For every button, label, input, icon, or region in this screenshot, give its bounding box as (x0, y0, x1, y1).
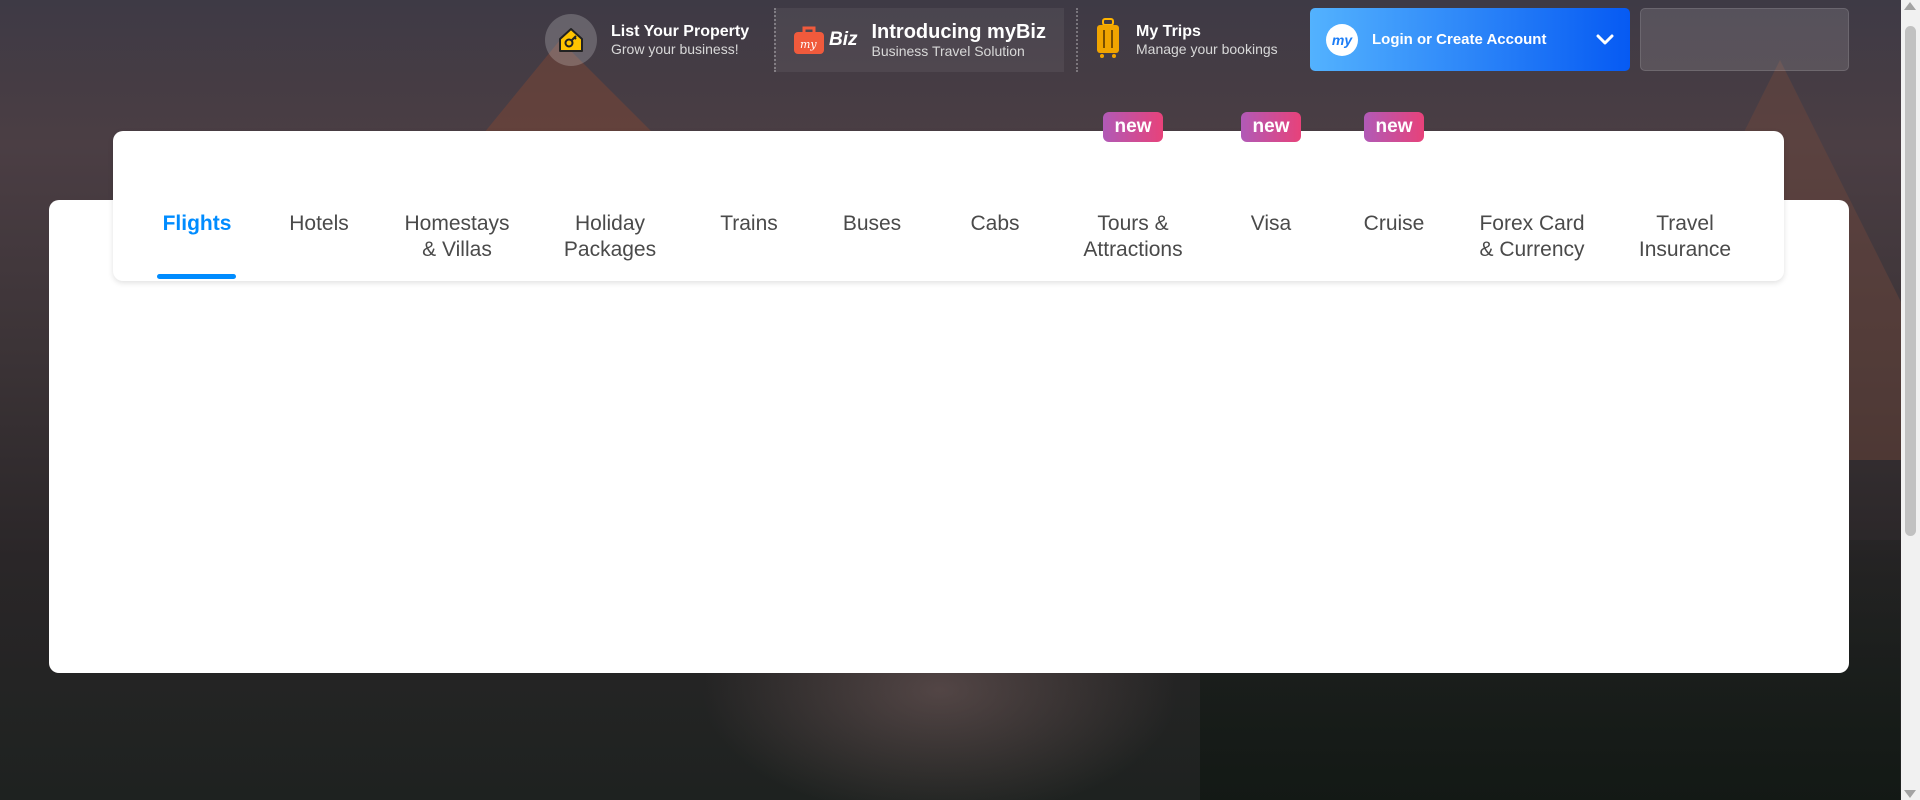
mybiz-subtitle: Business Travel Solution (871, 42, 1025, 59)
tab-homestays[interactable]: Homestays & Villas (404, 211, 509, 263)
tab-label: Buses (842, 212, 902, 235)
scrollbar[interactable] (1901, 0, 1920, 800)
svg-text:my: my (800, 38, 817, 51)
tab-label: Hotels (289, 212, 349, 235)
product-tabs: Flights Hotels Homestays & Villas Holiday P… (113, 112, 1784, 281)
tab-buses[interactable]: Buses (843, 211, 901, 237)
mybiz-link[interactable]: my Biz Introducing myBiz Business Travel… (774, 8, 1064, 72)
my-trips-title: My Trips (1136, 23, 1201, 40)
login-label: Login or Create Account (1372, 31, 1547, 48)
mybiz-logo-text: Biz (829, 29, 858, 50)
tab-label: Forex Card & Currency (1479, 212, 1585, 261)
new-badge: new (1103, 112, 1163, 142)
chevron-down-icon (1596, 34, 1614, 44)
mybiz-logo: my Biz (792, 24, 858, 56)
active-tab-underline (157, 274, 236, 279)
top-bar: List Your Property Grow your business! m… (0, 0, 1900, 80)
tab-visa[interactable]: Visa (1251, 211, 1291, 237)
tab-trains[interactable]: Trains (720, 211, 778, 237)
tab-cruise[interactable]: Cruise (1364, 211, 1425, 237)
tab-hotels[interactable]: Hotels (289, 211, 349, 237)
tab-label: Cabs (970, 212, 1020, 235)
list-property-title: List Your Property (611, 23, 750, 40)
tab-label: Cruise (1363, 212, 1425, 235)
tab-travel[interactable]: Travel Insurance (1639, 211, 1731, 263)
my-trips-subtitle: Manage your bookings (1136, 41, 1278, 57)
tab-label: Travel Insurance (1638, 212, 1732, 261)
list-property-link[interactable]: List Your Property Grow your business! (545, 8, 755, 72)
tab-flights[interactable]: Flights (163, 211, 232, 237)
scroll-up-arrow-icon[interactable] (1904, 2, 1916, 10)
tab-label: Homestays & Villas (404, 212, 510, 261)
tab-forex-card[interactable]: Forex Card & Currency (1479, 211, 1584, 263)
tab-holiday[interactable]: Holiday Packages (564, 211, 656, 263)
tab-label: Holiday Packages (563, 212, 657, 261)
tab-label: Visa (1250, 212, 1292, 235)
house-key-icon (545, 14, 597, 66)
new-badge: new (1241, 112, 1301, 142)
tab-cabs[interactable]: Cabs (970, 211, 1019, 237)
briefcase-icon: my (794, 26, 824, 54)
suitcase-icon (1094, 17, 1122, 64)
mybiz-title: Introducing myBiz (871, 20, 1046, 43)
new-badge: new (1364, 112, 1424, 142)
tab-label: Tours & Attractions (1083, 212, 1183, 261)
my-trips-link[interactable]: My Trips Manage your bookings (1076, 8, 1301, 72)
tab-tours[interactable]: Tours & Attractions (1083, 211, 1182, 263)
list-property-subtitle: Grow your business! (611, 41, 739, 57)
tab-label: Trains (720, 212, 778, 235)
country-language-selector[interactable] (1640, 8, 1849, 71)
product-nav: Flights Hotels Homestays & Villas Holiday P… (113, 112, 1784, 281)
login-button[interactable]: my Login or Create Account (1310, 8, 1630, 71)
scrollbar-thumb[interactable] (1905, 26, 1916, 536)
mmt-logo-icon: my (1326, 23, 1358, 56)
scroll-down-arrow-icon[interactable] (1904, 790, 1916, 798)
tab-label: Flights (162, 212, 232, 235)
